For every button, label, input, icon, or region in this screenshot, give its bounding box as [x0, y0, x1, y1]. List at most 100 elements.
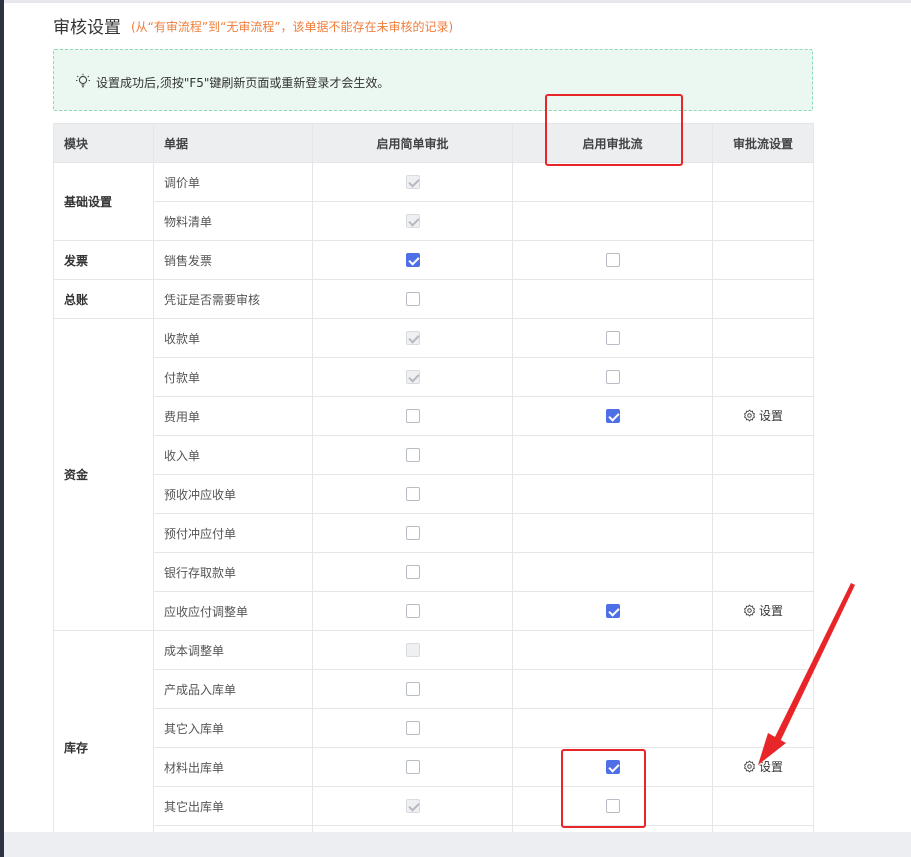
document-cell: 凭证是否需要审核 — [153, 279, 313, 319]
approval-flow-cell — [512, 630, 713, 670]
audit-settings-panel: 审核设置 (从“有审流程”到“无审流程”，该单据不能存在未审核的记录) 设置成功… — [4, 3, 911, 832]
document-label: 材料出库单 — [164, 760, 225, 775]
approval-flow-checkbox[interactable] — [605, 370, 620, 385]
simple-approval-checkbox[interactable] — [405, 682, 420, 697]
simple-approval-checkbox[interactable] — [405, 565, 420, 580]
flow-settings-cell — [712, 474, 814, 514]
simple-approval-checkbox — [405, 643, 420, 658]
approval-flow-cell — [512, 318, 713, 358]
approval-flow-cell — [512, 591, 713, 631]
column-header-document: 单据 — [153, 123, 313, 163]
column-header-module: 模块 — [53, 123, 154, 163]
gear-icon — [743, 604, 755, 617]
approval-flow-cell — [512, 747, 713, 787]
simple-approval-cell — [312, 240, 513, 280]
document-cell: 材料出库单 — [153, 747, 313, 787]
document-cell: 银行存取款单 — [153, 552, 313, 592]
simple-approval-cell — [312, 162, 513, 202]
approval-flow-checkbox[interactable] — [605, 331, 620, 346]
simple-approval-cell — [312, 513, 513, 553]
module-label: 库存 — [64, 741, 89, 755]
simple-approval-cell — [312, 669, 513, 709]
flow-settings-cell — [712, 708, 814, 748]
simple-approval-cell — [312, 786, 513, 826]
table-row: 收入单 — [54, 435, 814, 475]
approval-flow-checkbox[interactable] — [605, 253, 620, 268]
module-label: 总账 — [64, 292, 89, 307]
module-label: 发票 — [64, 253, 89, 268]
table-row: 预收冲应收单 — [54, 474, 814, 514]
approval-flow-cell — [512, 279, 713, 319]
document-cell: 其它入库单 — [153, 708, 313, 748]
document-cell: 销售发票 — [153, 240, 313, 280]
document-cell: 调价单 — [153, 162, 313, 202]
simple-approval-checkbox[interactable] — [405, 487, 420, 502]
document-label: 其它出库单 — [164, 799, 225, 814]
flow-settings-cell — [712, 630, 814, 670]
simple-approval-checkbox[interactable] — [405, 253, 420, 268]
simple-approval-checkbox[interactable] — [405, 409, 420, 424]
approval-flow-cell — [512, 435, 713, 475]
table-row: 银行存取款单 — [54, 552, 814, 592]
document-label: 预收冲应收单 — [164, 487, 237, 502]
document-label: 调价单 — [164, 175, 201, 190]
simple-approval-checkbox[interactable] — [405, 760, 420, 775]
flow-settings-cell — [712, 279, 814, 319]
simple-approval-cell — [312, 279, 513, 319]
document-label: 收入单 — [164, 448, 201, 463]
document-cell: 收款单 — [153, 318, 313, 358]
simple-approval-cell — [312, 357, 513, 397]
table-row: 发票 销售发票 — [53, 240, 814, 280]
simple-approval-checkbox[interactable] — [405, 448, 420, 463]
flow-settings-cell — [712, 435, 814, 475]
approval-flow-cell — [512, 708, 713, 748]
document-label: 付款单 — [164, 370, 201, 385]
module-cell: 资金 — [53, 318, 154, 631]
table-row: 付款单 — [54, 357, 814, 397]
simple-approval-cell — [312, 552, 513, 592]
module-label: 基础设置 — [64, 195, 113, 209]
table-row: 资金 收款单 — [53, 318, 814, 631]
module-cell: 基础设置 — [53, 162, 154, 241]
document-cell: 物料清单 — [153, 201, 313, 241]
simple-approval-checkbox — [405, 370, 420, 385]
column-header-approval-flow: 启用审批流 — [512, 123, 713, 163]
approval-flow-checkbox[interactable] — [605, 799, 620, 814]
lightbulb-icon — [76, 73, 90, 88]
flow-settings-button[interactable]: 设置 — [743, 407, 783, 424]
document-cell: 应收应付调整单 — [153, 591, 313, 631]
simple-approval-cell — [312, 630, 513, 670]
simple-approval-checkbox[interactable] — [405, 604, 420, 619]
table-row: 物料清单 — [54, 201, 814, 241]
simple-approval-cell — [312, 201, 513, 241]
simple-approval-checkbox — [405, 214, 420, 229]
simple-approval-cell — [312, 474, 513, 514]
gear-icon — [743, 760, 755, 773]
simple-approval-checkbox[interactable] — [405, 292, 420, 307]
module-label: 资金 — [64, 468, 89, 482]
approval-flow-checkbox[interactable] — [605, 604, 620, 619]
simple-approval-checkbox — [405, 799, 420, 814]
approval-flow-cell — [512, 201, 713, 241]
flow-settings-cell — [712, 240, 814, 280]
table-row: 基础设置 调价单 — [53, 162, 814, 241]
flow-settings-button[interactable]: 设置 — [743, 602, 783, 619]
flow-settings-button[interactable]: 设置 — [743, 758, 783, 775]
simple-approval-cell — [312, 708, 513, 748]
approval-flow-checkbox[interactable] — [605, 760, 620, 775]
table-row: 预付冲应付单 — [54, 513, 814, 553]
bottom-edge-bar — [4, 832, 911, 857]
simple-approval-cell — [312, 747, 513, 787]
notice-banner: 设置成功后,须按"F5"键刷新页面或重新登录才会生效。 — [53, 49, 813, 111]
document-cell: 其它出库单 — [153, 786, 313, 826]
document-label: 其它入库单 — [164, 721, 225, 736]
flow-settings-cell — [712, 669, 814, 709]
document-cell: 收入单 — [153, 435, 313, 475]
flow-settings-cell — [712, 786, 814, 826]
settings-label: 设置 — [758, 409, 783, 423]
module-cell: 库存 — [53, 630, 154, 832]
approval-flow-cell — [512, 552, 713, 592]
approval-flow-checkbox[interactable] — [605, 409, 620, 424]
simple-approval-checkbox[interactable] — [405, 526, 420, 541]
simple-approval-checkbox[interactable] — [405, 721, 420, 736]
